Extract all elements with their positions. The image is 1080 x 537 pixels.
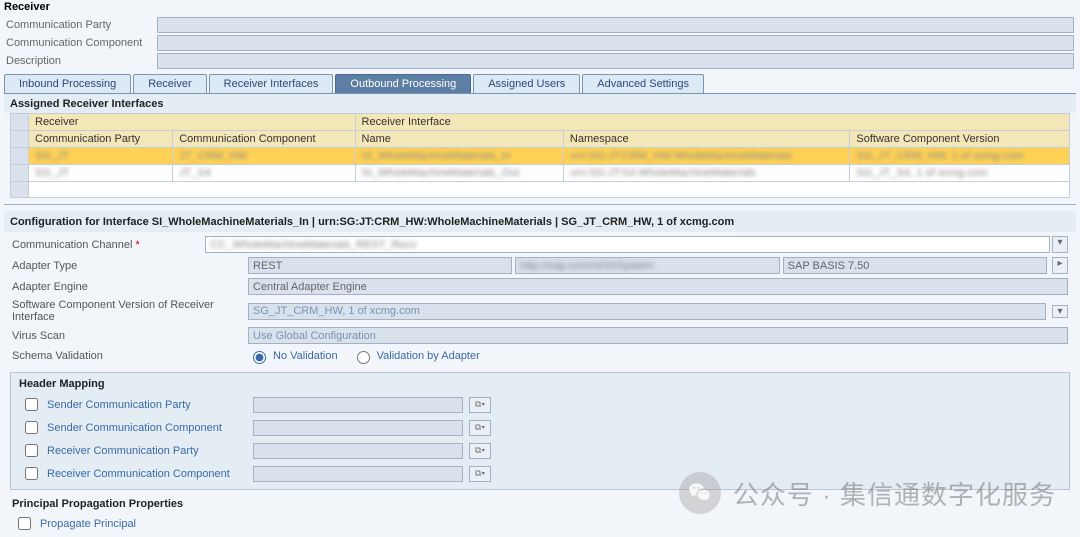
input-description[interactable] xyxy=(157,53,1074,69)
col-comm-party[interactable]: Communication Party xyxy=(29,131,173,148)
label-description: Description xyxy=(6,55,151,67)
picker-icon[interactable]: ⧉▾ xyxy=(469,466,491,482)
field-swcv-receiver: SG_JT_CRM_HW, 1 of xcmg.com xyxy=(248,303,1046,320)
principal-title: Principal Propagation Properties xyxy=(12,496,1068,512)
col-swcv[interactable]: Software Component Version xyxy=(850,131,1070,148)
tab-strip: Inbound Processing Receiver Receiver Int… xyxy=(4,74,1076,93)
nav-icon[interactable]: ▸ xyxy=(1052,257,1068,274)
label-sender-party: Sender Communication Party xyxy=(47,399,247,411)
label-adapter-type: Adapter Type xyxy=(12,260,244,272)
configuration-title: Configuration for Interface SI_WholeMach… xyxy=(4,211,1076,232)
input-comm-party[interactable] xyxy=(157,17,1074,33)
label-receiver-party: Receiver Communication Party xyxy=(47,445,247,457)
checkbox-receiver-comp[interactable] xyxy=(25,467,38,480)
cell-party: SG_JT xyxy=(35,167,69,179)
cell-name: SI_WholeMachineMaterials_In xyxy=(362,150,511,162)
header-mapping-title: Header Mapping xyxy=(11,375,1069,393)
checkbox-sender-comp[interactable] xyxy=(25,421,38,434)
label-swcv-receiver: Software Component Version of Receiver I… xyxy=(12,299,244,323)
f4-button[interactable]: ▾ xyxy=(1052,305,1068,318)
checkbox-sender-party[interactable] xyxy=(25,398,38,411)
cell-ns: urn:SG:JT:S4:WholeMachineMaterials xyxy=(570,167,756,179)
input-comm-channel[interactable]: CC_WholeMachineMaterials_REST_Recv xyxy=(205,236,1050,253)
field-adapter-type: REST xyxy=(248,257,512,274)
cell-swcv: SG_JT_S4, 1 of xcmg.com xyxy=(856,167,987,179)
tab-receiver[interactable]: Receiver xyxy=(133,74,206,93)
assigned-receiver-interfaces-title: Assigned Receiver Interfaces xyxy=(4,94,1076,113)
receiver-title: Receiver xyxy=(0,0,1080,16)
radio-group-schema: No Validation Validation by Adapter xyxy=(248,348,490,364)
label-sender-comp: Sender Communication Component xyxy=(47,422,247,434)
label-schema-validation: Schema Validation xyxy=(12,350,244,362)
col-name[interactable]: Name xyxy=(355,131,563,148)
field-adapter-engine: Central Adapter Engine xyxy=(248,278,1068,295)
col-super-receiver: Receiver xyxy=(29,114,356,131)
receiver-section: Receiver Communication Party Communicati… xyxy=(0,0,1080,70)
radio-validation-by-adapter[interactable] xyxy=(357,351,370,364)
input-receiver-comp[interactable] xyxy=(253,466,463,482)
header-mapping-group: Header Mapping Sender Communication Part… xyxy=(10,372,1070,490)
field-adapter-type-ns: http://sap.com/xi/XI/System xyxy=(515,257,779,274)
label-comm-party: Communication Party xyxy=(6,19,151,31)
table-row[interactable]: SG_JT JT_S4 SI_WholeMachineMaterials_Out… xyxy=(11,165,1070,182)
label-comm-channel: Communication Channel xyxy=(12,239,201,251)
tab-advanced-settings[interactable]: Advanced Settings xyxy=(582,74,704,93)
radio-no-validation[interactable] xyxy=(253,351,266,364)
dropdown-virus-scan[interactable]: Use Global Configuration xyxy=(248,327,1068,344)
col-comm-comp[interactable]: Communication Component xyxy=(173,131,355,148)
label-adapter-engine: Adapter Engine xyxy=(12,281,244,293)
receiver-interfaces-grid: Receiver Receiver Interface Communicatio… xyxy=(10,113,1070,198)
cell-party: SG_JT xyxy=(35,150,69,162)
cell-ns: urn:SG:JT:CRM_HW:WholeMachineMaterials xyxy=(570,150,792,162)
field-adapter-type-swcv: SAP BASIS 7.50 xyxy=(783,257,1047,274)
table-row[interactable]: SG_JT JT_CRM_HW SI_WholeMachineMaterials… xyxy=(11,148,1070,165)
col-namespace[interactable]: Namespace xyxy=(563,131,849,148)
configuration-panel: Communication Channel CC_WholeMachineMat… xyxy=(4,232,1076,368)
radio-label-no-validation: No Validation xyxy=(273,350,338,362)
cell-swcv: SG_JT_CRM_HW, 1 of xcmg.com xyxy=(856,150,1023,162)
picker-icon[interactable]: ⧉▾ xyxy=(469,420,491,436)
label-receiver-comp: Receiver Communication Component xyxy=(47,468,247,480)
col-super-interface: Receiver Interface xyxy=(355,114,1069,131)
tab-assigned-users[interactable]: Assigned Users xyxy=(473,74,580,93)
input-sender-party[interactable] xyxy=(253,397,463,413)
tab-inbound-processing[interactable]: Inbound Processing xyxy=(4,74,131,93)
input-comm-comp[interactable] xyxy=(157,35,1074,51)
tab-receiver-interfaces[interactable]: Receiver Interfaces xyxy=(209,74,334,93)
input-receiver-party[interactable] xyxy=(253,443,463,459)
label-virus-scan: Virus Scan xyxy=(12,330,244,342)
cell-comp: JT_CRM_HW xyxy=(179,150,247,162)
cell-name: SI_WholeMachineMaterials_Out xyxy=(362,167,520,179)
principal-propagation-group: Principal Propagation Properties Propaga… xyxy=(4,494,1076,537)
input-sender-comp[interactable] xyxy=(253,420,463,436)
cell-comp: JT_S4 xyxy=(179,167,211,179)
tab-outbound-processing[interactable]: Outbound Processing xyxy=(335,74,471,93)
label-comm-comp: Communication Component xyxy=(6,37,151,49)
checkbox-receiver-party[interactable] xyxy=(25,444,38,457)
picker-icon[interactable]: ⧉▾ xyxy=(469,397,491,413)
picker-icon[interactable]: ⧉▾ xyxy=(469,443,491,459)
f4-button[interactable]: ▾ xyxy=(1052,236,1068,253)
col-rownum xyxy=(11,114,29,131)
radio-label-by-adapter: Validation by Adapter xyxy=(377,350,480,362)
